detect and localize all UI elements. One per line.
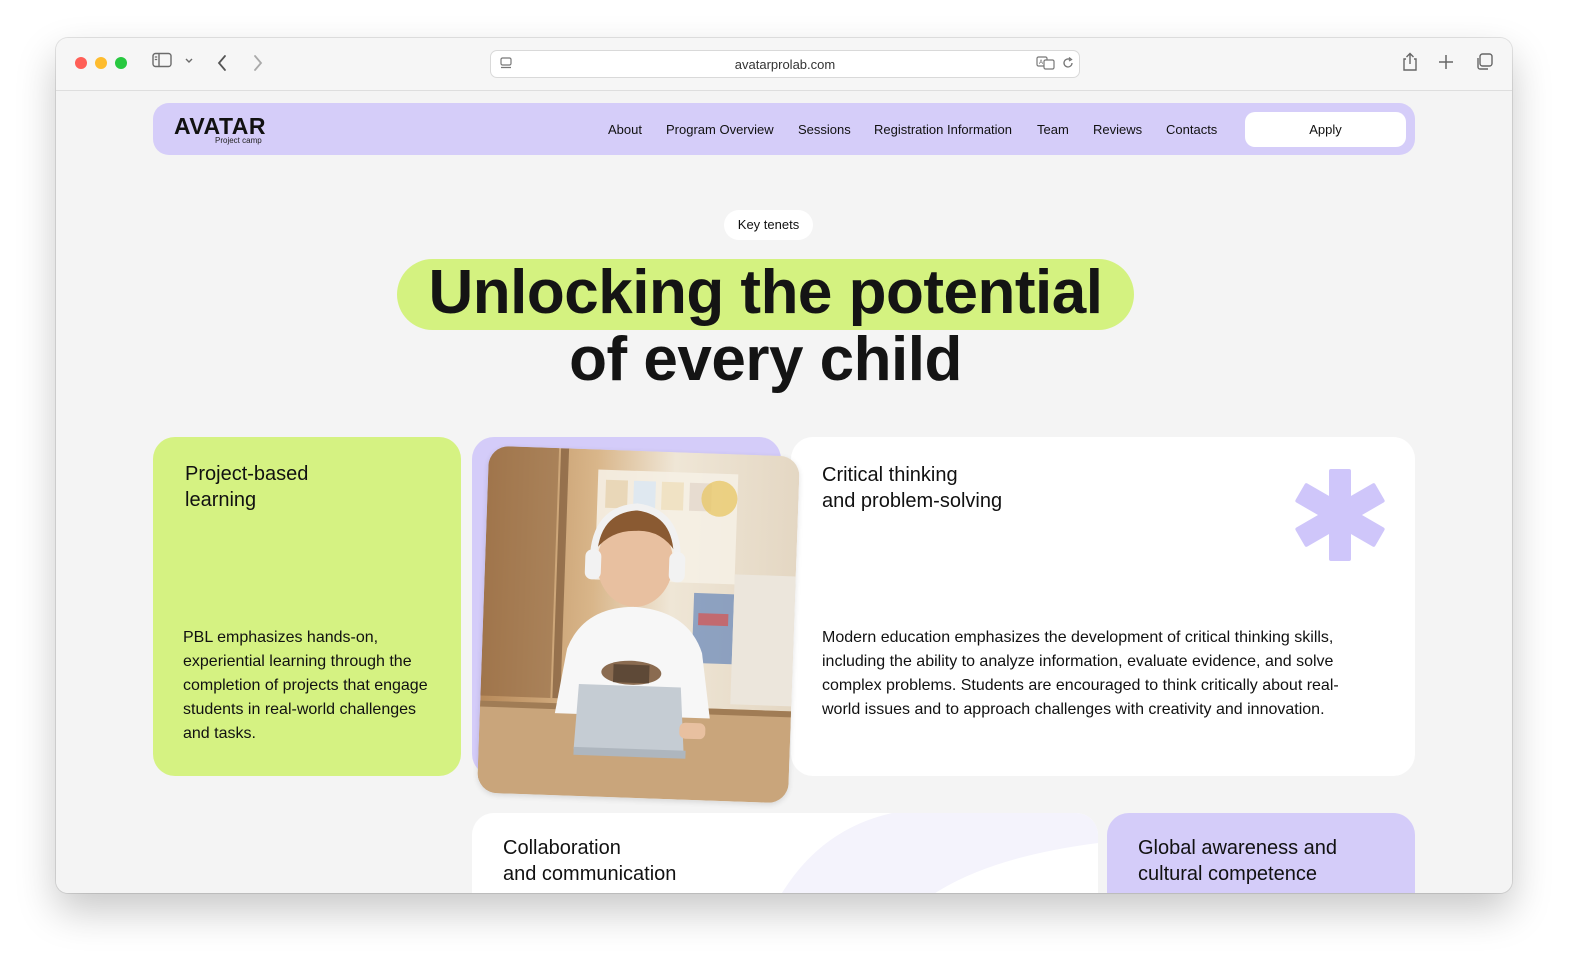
nav-link-reviews[interactable]: Reviews <box>1093 122 1142 137</box>
forward-icon[interactable] <box>252 54 264 72</box>
back-icon[interactable] <box>216 54 228 72</box>
card-text: PBL emphasizes hands-on, experiential le… <box>183 629 428 742</box>
card-global-awareness: Global awareness and cultural competence <box>1107 813 1415 893</box>
address-bar[interactable]: avatarprolab.com A <box>490 50 1080 78</box>
card-text: Modern education emphasizes the developm… <box>822 629 1339 718</box>
close-window-button[interactable] <box>75 57 87 69</box>
minimize-window-button[interactable] <box>95 57 107 69</box>
web-page: AVATAR Project camp About Program Overvi… <box>56 91 1512 893</box>
translate-icon[interactable]: A <box>1036 56 1056 75</box>
browser-toolbar: avatarprolab.com A <box>56 38 1512 91</box>
chevron-down-icon[interactable] <box>184 57 194 65</box>
headline-line-1: Unlocking the potential <box>428 258 1103 327</box>
logo-wordmark: AVATAR <box>174 113 267 139</box>
browser-window: avatarprolab.com A AVATAR Project camp A… <box>56 38 1512 893</box>
nav-link-registration-information[interactable]: Registration Information <box>874 122 1012 137</box>
card-title: Critical thinking and problem-solving <box>822 464 1003 512</box>
nav-link-team[interactable]: Team <box>1037 122 1069 137</box>
new-tab-icon[interactable] <box>1438 54 1454 70</box>
apply-button[interactable]: Apply <box>1245 112 1406 147</box>
student-photo <box>477 445 800 804</box>
headline-line-2: of every child <box>569 325 962 394</box>
site-logo[interactable]: AVATAR Project camp <box>174 113 267 146</box>
asterisk-icon <box>1293 469 1387 566</box>
share-icon[interactable] <box>1401 52 1419 72</box>
card-title: Global awareness and cultural competence <box>1138 837 1338 885</box>
site-header: AVATAR Project camp About Program Overvi… <box>153 103 1415 155</box>
svg-text:A: A <box>1039 59 1044 66</box>
reload-icon[interactable] <box>1061 56 1075 75</box>
card-title: Project-based learning <box>185 463 309 511</box>
nav-link-sessions[interactable]: Sessions <box>798 122 851 137</box>
nav-link-contacts[interactable]: Contacts <box>1166 122 1217 137</box>
card-collaboration: Collaboration and communication <box>472 813 1098 893</box>
section-tag: Key tenets <box>724 210 813 240</box>
tabs-icon[interactable] <box>1475 53 1493 71</box>
nav-link-program-overview[interactable]: Program Overview <box>666 122 774 137</box>
card-title: Collaboration and communication <box>503 837 677 885</box>
nav-link-about[interactable]: About <box>608 122 642 137</box>
sidebar-icon[interactable] <box>152 52 172 68</box>
zoom-window-button[interactable] <box>115 57 127 69</box>
url-text: avatarprolab.com <box>734 57 836 72</box>
logo-subtitle: Project camp <box>215 136 262 145</box>
card-project-based-learning: Project-based learning PBL emphasizes ha… <box>153 437 461 776</box>
